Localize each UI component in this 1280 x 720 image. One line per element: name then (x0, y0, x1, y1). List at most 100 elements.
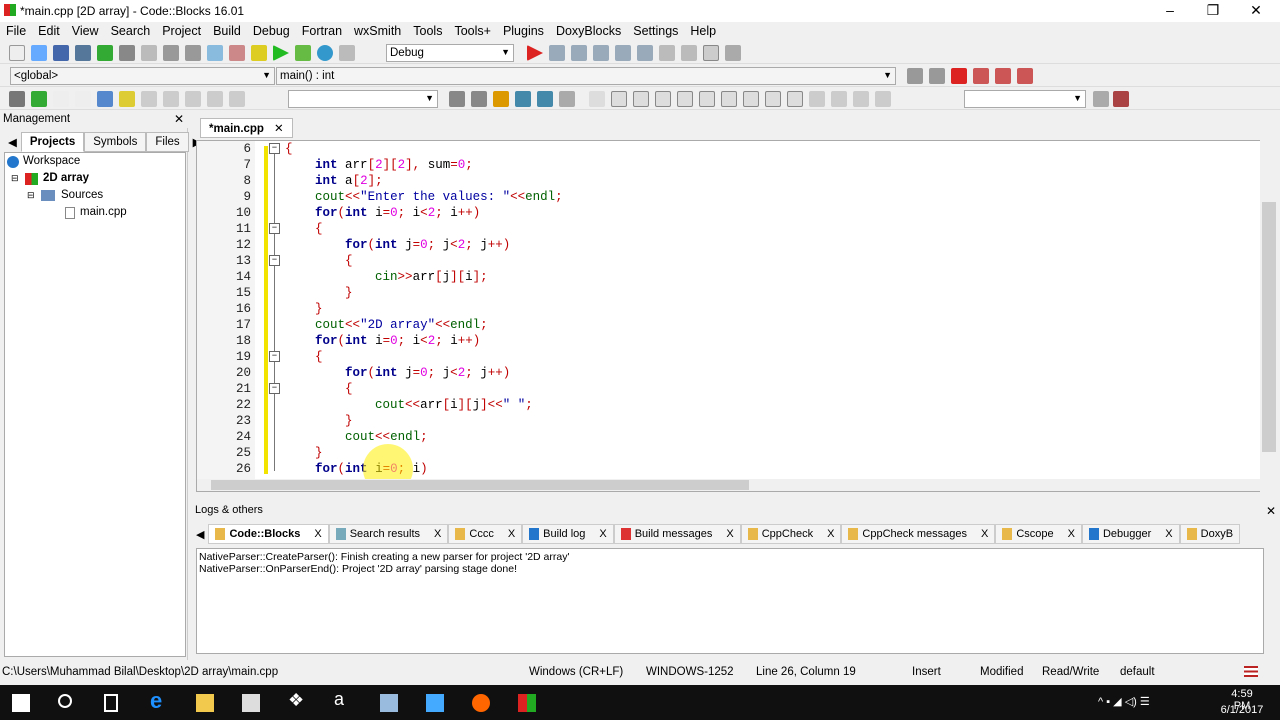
close-tab-icon[interactable]: X (726, 528, 733, 540)
run-icon[interactable] (273, 45, 289, 61)
code-line[interactable]: 26 for(int i=0; i) (197, 461, 1257, 477)
log-tab[interactable]: Build messages X (613, 524, 741, 544)
fold-toggle-icon[interactable]: − (269, 351, 280, 362)
tab-symbols[interactable]: Symbols (84, 132, 147, 152)
pause-icon[interactable] (659, 45, 675, 61)
widget8-icon[interactable] (787, 91, 803, 107)
menu-build[interactable]: Build (213, 22, 247, 42)
abort-icon[interactable] (339, 45, 355, 61)
widget5-icon[interactable] (721, 91, 737, 107)
prev-icon[interactable] (163, 91, 179, 107)
symbol-select[interactable]: ▼ (964, 90, 1086, 108)
code-line[interactable]: 6 −{ (197, 141, 1257, 157)
menu-search[interactable]: Search (111, 22, 157, 42)
next-bookmark-icon[interactable] (995, 68, 1011, 84)
code-line[interactable]: 23 } (197, 413, 1257, 429)
firefox-icon[interactable] (472, 694, 490, 712)
tab-scroll-left-icon[interactable]: ◀ (4, 132, 21, 152)
close-tab-icon[interactable]: X (981, 528, 988, 540)
undo-icon[interactable] (97, 45, 113, 61)
open-icon[interactable] (31, 45, 47, 61)
paste-icon[interactable] (185, 45, 201, 61)
tab-files[interactable]: Files (146, 132, 189, 152)
menu-fortran[interactable]: Fortran (302, 22, 348, 42)
jump-forward-icon[interactable] (929, 68, 945, 84)
cut-icon[interactable] (141, 45, 157, 61)
code-line[interactable]: 25 } (197, 445, 1257, 461)
app2-icon[interactable] (426, 694, 444, 712)
code-line[interactable]: 16 } (197, 301, 1257, 317)
code-line[interactable]: 13 − { (197, 253, 1257, 269)
match-case-icon[interactable] (537, 91, 553, 107)
menu-doxyblocks[interactable]: DoxyBlocks (556, 22, 627, 42)
minimize-button[interactable]: – (1160, 2, 1180, 18)
widget6-icon[interactable] (743, 91, 759, 107)
copy-icon[interactable] (163, 45, 179, 61)
log-tab[interactable]: CppCheck X (740, 524, 842, 544)
code-editor[interactable]: 6−{7 int arr[2][2], sum=0; 8 int a[2]; 9 c… (196, 140, 1271, 492)
widget-icon[interactable] (633, 91, 649, 107)
doxyblocks-icon[interactable] (9, 91, 25, 107)
build-icon[interactable] (251, 45, 267, 61)
arrow-right-icon[interactable] (471, 91, 487, 107)
chm-help-icon[interactable] (119, 91, 135, 107)
next-line-icon[interactable] (571, 45, 587, 61)
arrow-left-icon[interactable] (449, 91, 465, 107)
tree-workspace[interactable]: Workspace (23, 155, 80, 167)
close-tab-icon[interactable]: X (314, 528, 321, 540)
log-tab[interactable]: Debugger X (1081, 524, 1180, 544)
zoom-in-icon[interactable] (809, 91, 825, 107)
start-icon[interactable] (12, 694, 30, 712)
codeblocks-taskbar-icon[interactable] (518, 694, 536, 712)
close-tab-icon[interactable]: X (599, 528, 606, 540)
prev-bookmark-icon[interactable] (973, 68, 989, 84)
menu-edit[interactable]: Edit (38, 22, 66, 42)
log-tab[interactable]: Code::Blocks X (208, 524, 329, 544)
jump-back-icon[interactable] (907, 68, 923, 84)
tools-icon[interactable] (1113, 91, 1129, 107)
fold-toggle-icon[interactable]: − (269, 223, 280, 234)
menu-help[interactable]: Help (690, 22, 722, 42)
menu-project[interactable]: Project (162, 22, 207, 42)
zoom-out-icon[interactable] (831, 91, 847, 107)
code-line[interactable]: 8 int a[2]; (197, 173, 1257, 189)
tab-projects[interactable]: Projects (20, 132, 85, 152)
menu-tools[interactable]: Tools (413, 22, 448, 42)
extract-icon[interactable] (31, 91, 47, 107)
find-icon[interactable] (207, 45, 223, 61)
function-select[interactable]: main() : int ▼ (276, 67, 896, 85)
code-line[interactable]: 9 cout<<"Enter the values: "<<endl; (197, 189, 1257, 205)
code-line[interactable]: 18 for(int i=0; i<2; i++) (197, 333, 1257, 349)
tab-main-cpp[interactable]: *main.cpp ✕ (200, 118, 293, 138)
block-comment-icon[interactable] (53, 91, 69, 107)
code-line[interactable]: 10 for(int i=0; i<2; i++) (197, 205, 1257, 221)
clear-icon[interactable] (229, 91, 245, 107)
code-line[interactable]: 12 for(int j=0; j<2; j++) (197, 237, 1257, 253)
c-icon[interactable] (875, 91, 891, 107)
debug-run-icon[interactable] (527, 45, 543, 61)
log-tab[interactable]: CppCheck messages X (841, 524, 996, 544)
store-icon[interactable] (242, 694, 260, 712)
tree-project[interactable]: 2D array (43, 172, 89, 184)
close-panel-icon[interactable]: ✕ (174, 112, 184, 126)
various-info-icon[interactable] (725, 45, 741, 61)
code-line[interactable]: 21 − { (197, 381, 1257, 397)
clock-date[interactable]: 6/1/2017 (1218, 704, 1266, 716)
code-line[interactable]: 7 int arr[2][2], sum=0; (197, 157, 1257, 173)
s-icon[interactable] (853, 91, 869, 107)
redo-icon[interactable] (119, 45, 135, 61)
stop-debug-icon[interactable] (681, 45, 697, 61)
new-file-icon[interactable] (9, 45, 25, 61)
fold-toggle-icon[interactable]: − (269, 255, 280, 266)
scope-select[interactable]: <global> ▼ (10, 67, 275, 85)
highlight-icon[interactable] (493, 91, 509, 107)
dropbox-icon[interactable]: ❖ (288, 690, 306, 710)
menu-settings[interactable]: Settings (633, 22, 684, 42)
close-button[interactable]: ✕ (1246, 2, 1266, 19)
widget7-icon[interactable] (765, 91, 781, 107)
regex-icon[interactable] (559, 91, 575, 107)
close-tab-icon[interactable]: ✕ (274, 123, 284, 135)
clear-bookmarks-icon[interactable] (1017, 68, 1033, 84)
select-icon[interactable] (515, 91, 531, 107)
log-tab[interactable]: Cccc X (448, 524, 523, 544)
